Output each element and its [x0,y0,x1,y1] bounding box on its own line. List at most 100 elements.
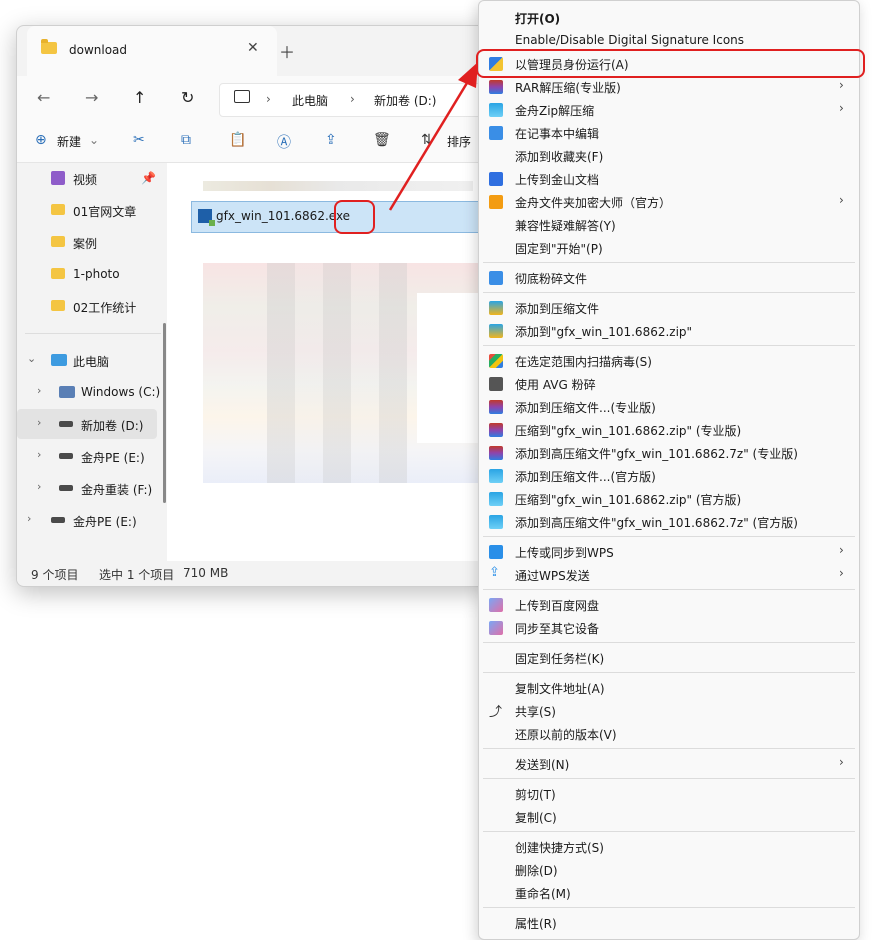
menu-item[interactable]: 上传到金山文档 [479,168,859,190]
menu-item[interactable]: 固定到"开始"(P) [479,237,859,259]
close-icon[interactable]: ✕ [247,40,259,56]
sidebar-item-folder[interactable]: 01官网文章 [17,195,157,225]
menu-item[interactable]: RAR解压缩(专业版) › [479,76,859,98]
file-name: gfx_win_101.6862.exe [216,209,351,223]
drive-icon [59,453,73,459]
sidebar-scrollbar[interactable] [163,323,166,503]
plus-icon[interactable]: ＋ [279,39,295,63]
rar-icon [489,423,503,437]
menu-item-label: 添加到高压缩文件"gfx_win_101.6862.7z" (官方版) [515,516,798,530]
menu-item[interactable]: 添加到压缩文件...(专业版) [479,396,859,418]
menu-item-label: 添加到压缩文件...(官方版) [515,470,656,484]
plus-circle-icon[interactable]: ⊕ [35,132,47,148]
computer-icon [51,354,67,366]
sidebar-item-label: 金舟重装 (F:) [81,483,153,497]
sidebar-item-drive-c[interactable]: › Windows (C:) [17,377,160,407]
sidebar-item-folder[interactable]: 案例 [17,227,157,257]
menu-item-label: RAR解压缩(专业版) [515,81,621,95]
sidebar-item-drive-e[interactable]: › 金舟PE (E:) [17,441,157,471]
menu-item-label: 上传到百度网盘 [515,599,600,613]
sidebar-item-label: 01官网文章 [73,205,137,219]
chevron-right-icon[interactable]: › [37,416,41,429]
rename-icon[interactable]: Ⓐ [277,132,291,152]
annotation-arrow [388,62,478,211]
sidebar-item-folder[interactable]: 02工作统计 [17,291,157,321]
menu-item-label: 还原以前的版本(V) [515,728,617,742]
chevron-right-icon[interactable]: › [37,480,41,493]
menu-item[interactable]: 剪切(T) [479,783,859,805]
back-arrow-icon[interactable]: ← [37,88,50,107]
menu-item[interactable]: 发送到(N) › [479,753,859,775]
sidebar-item-folder[interactable]: 1-photo [17,259,157,289]
sidebar-item-label: 此电脑 [73,355,110,369]
menu-item[interactable]: 添加到压缩文件...(官方版) [479,465,859,487]
sidebar-item-videos[interactable]: 视频 📌 [17,163,157,193]
sidebar-item-drive-e2[interactable]: › 金舟PE (E:) [17,505,157,535]
menu-item[interactable]: ⇪ 通过WPS发送 › [479,564,859,586]
chevron-down-icon[interactable]: ⌄ [89,133,99,147]
sidebar-item-label: 02工作统计 [73,301,137,315]
menu-item-label: 属性(R) [515,917,557,931]
folder-icon [51,268,65,279]
chevron-down-icon[interactable]: ⌄ [27,352,36,365]
menu-item-label: 创建快捷方式(S) [515,841,604,855]
menu-item[interactable]: 金舟Zip解压缩 › [479,99,859,121]
sidebar-item-drive-f[interactable]: › 金舟重装 (F:) [17,473,157,503]
menu-item[interactable]: 在选定范围内扫描病毒(S) [479,350,859,372]
menu-separator [483,831,855,832]
menu-item[interactable]: 同步至其它设备 [479,617,859,639]
chevron-right-icon[interactable]: › [37,448,41,461]
tab-download[interactable]: download ✕ [27,26,277,76]
chevron-right-icon[interactable]: › [37,384,41,397]
menu-item[interactable]: 压缩到"gfx_win_101.6862.zip" (官方版) [479,488,859,510]
menu-item-label: 固定到"开始"(P) [515,242,603,256]
breadcrumb-this-pc[interactable]: 此电脑 [292,92,328,109]
chevron-right-icon[interactable]: › [27,512,31,525]
drive-icon [59,421,73,427]
new-button[interactable]: 新建 [57,133,81,150]
menu-item[interactable]: 复制(C) [479,806,859,828]
menu-item[interactable]: 删除(D) [479,859,859,881]
menu-item[interactable]: 兼容性疑难解答(Y) [479,214,859,236]
file-list: gfx_win_101.6862.exe [167,163,487,561]
menu-item[interactable]: 添加到收藏夹(F) [479,145,859,167]
menu-item[interactable]: 添加到"gfx_win_101.6862.zip" [479,320,859,342]
share-icon[interactable]: ⇪ [325,132,337,148]
menu-item[interactable]: 金舟文件夹加密大师（官方） › [479,191,859,213]
menu-item[interactable]: 创建快捷方式(S) [479,836,859,858]
menu-item[interactable]: 在记事本中编辑 [479,122,859,144]
menu-separator [483,778,855,779]
copy-icon[interactable]: ⧉ [181,132,191,148]
menu-item[interactable]: 添加到高压缩文件"gfx_win_101.6862.7z" (官方版) [479,511,859,533]
menu-item[interactable]: 使用 AVG 粉碎 [479,373,859,395]
menu-item-label: 上传或同步到WPS [515,546,614,560]
menu-separator [483,292,855,293]
refresh-icon[interactable]: ↻ [181,88,194,107]
menu-item[interactable]: 重命名(M) [479,882,859,904]
menu-item[interactable]: 还原以前的版本(V) [479,723,859,745]
navigation-pane: 视频 📌 01官网文章 案例 1-photo 02工作统计 ⌄ 此电脑 › Wi… [17,163,167,561]
menu-item-label: 兼容性疑难解答(Y) [515,219,616,233]
menu-item[interactable]: 固定到任务栏(K) [479,647,859,669]
menu-item[interactable]: 属性(R) [479,912,859,934]
menu-item[interactable]: 添加到压缩文件 [479,297,859,319]
sidebar-item-drive-d[interactable]: › 新加卷 (D:) [17,409,157,439]
up-arrow-icon[interactable]: ↑ [133,88,146,107]
pin-icon: 📌 [141,171,156,185]
menu-item-label: Enable/Disable Digital Signature Icons [515,33,745,47]
menu-item[interactable]: 彻底粉碎文件 [479,267,859,289]
sidebar-item-label: 新加卷 (D:) [81,419,144,433]
menu-item[interactable]: 上传到百度网盘 [479,594,859,616]
menu-item[interactable]: 复制文件地址(A) [479,677,859,699]
forward-arrow-icon[interactable]: → [85,88,98,107]
menu-item[interactable]: 添加到高压缩文件"gfx_win_101.6862.7z" (专业版) [479,442,859,464]
blurred-files [417,293,487,443]
menu-item[interactable]: 打开(O) [479,7,859,29]
sidebar-item-this-pc[interactable]: ⌄ 此电脑 [17,345,157,375]
menu-item[interactable]: ⤴ 共享(S) [479,700,859,722]
menu-item[interactable]: 压缩到"gfx_win_101.6862.zip" (专业版) [479,419,859,441]
paste-icon[interactable]: 📋 [229,132,246,148]
menu-item[interactable]: 上传或同步到WPS › [479,541,859,563]
chevron-right-icon: › [266,92,271,106]
cut-icon[interactable]: ✂ [133,132,145,148]
